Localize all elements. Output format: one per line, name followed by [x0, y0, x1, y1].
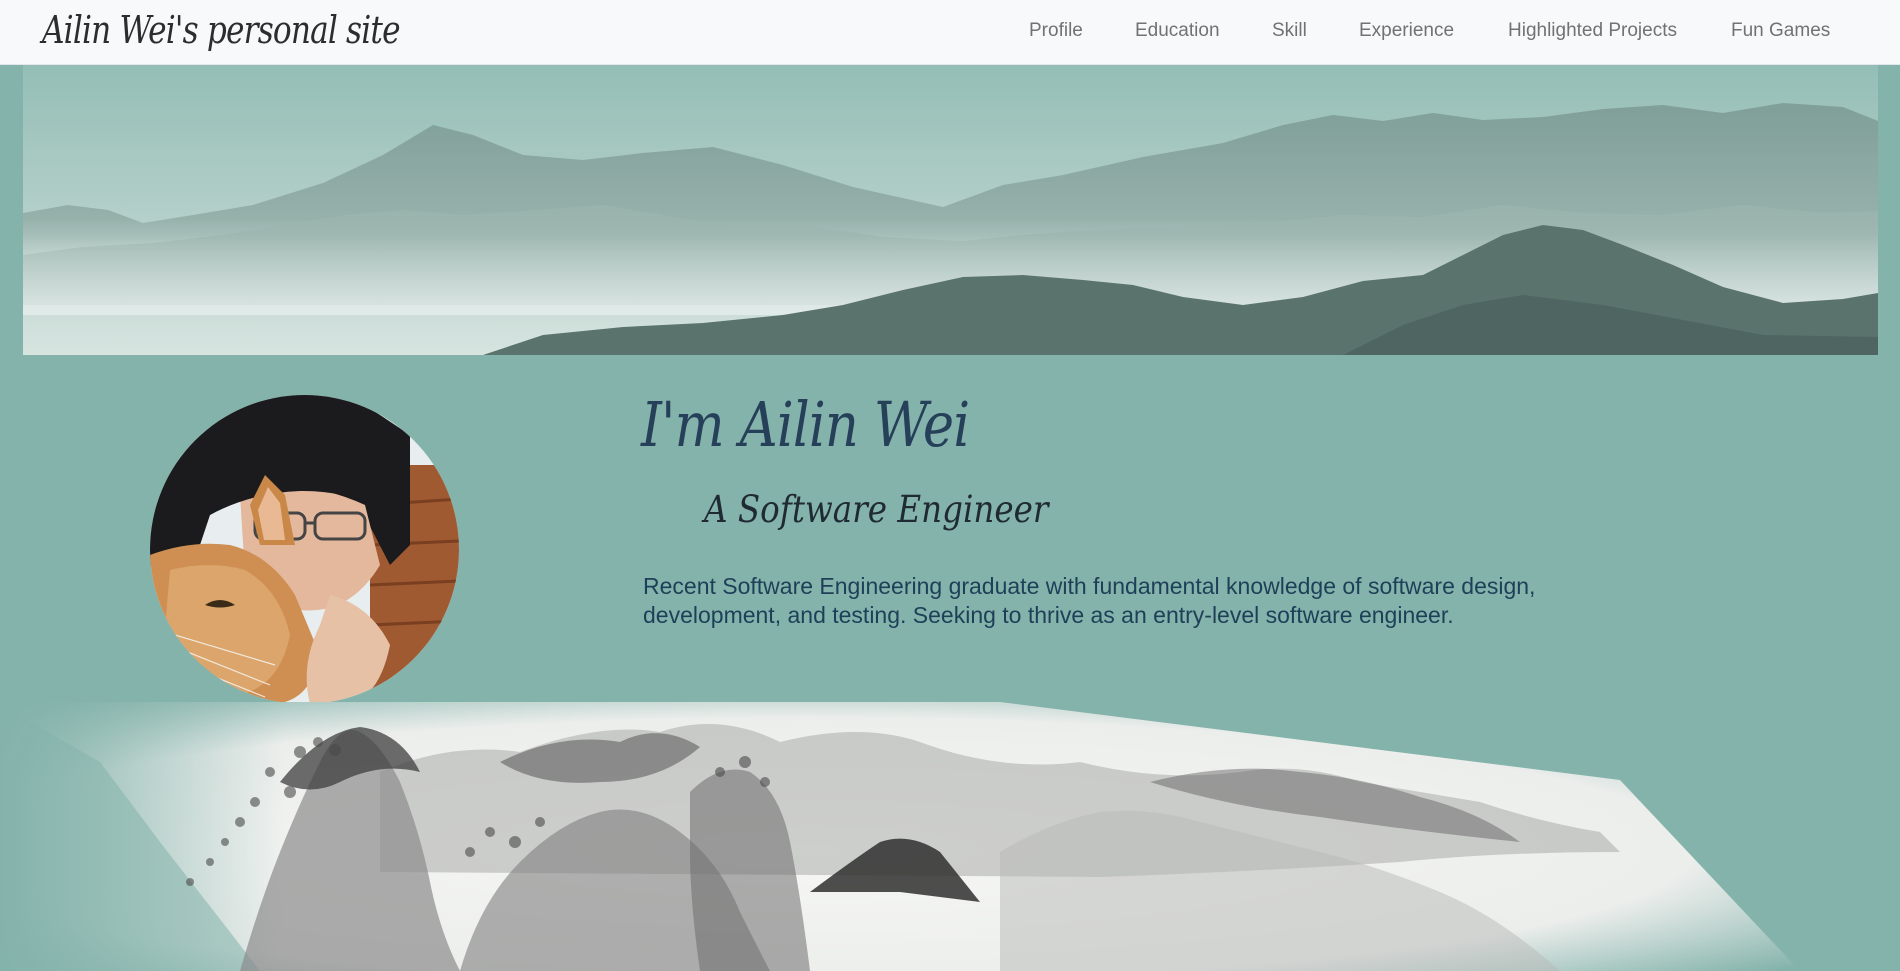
profile-photo: [150, 395, 459, 704]
hero-heading: I'm Ailin Wei: [641, 388, 970, 461]
nav-link-profile[interactable]: Profile: [1029, 20, 1083, 42]
hero-subheading: A Software Engineer: [704, 488, 1049, 531]
nav-link-fun-games[interactable]: Fun Games: [1731, 20, 1830, 42]
profile-summary: Recent Software Engineering graduate wit…: [643, 573, 1536, 628]
ink-wash-mountains-image: [0, 702, 1900, 971]
misty-mountains-image: [23, 65, 1878, 355]
nav-link-highlighted-projects[interactable]: Highlighted Projects: [1508, 20, 1677, 42]
ink-painting-image: [0, 702, 1900, 971]
banner-image: [23, 65, 1878, 355]
portrait-with-cat-image: [150, 395, 459, 704]
nav-links: Profile Education Skill Experience Highl…: [0, 0, 1900, 62]
nav-link-experience[interactable]: Experience: [1359, 20, 1454, 42]
nav-link-education[interactable]: Education: [1135, 20, 1220, 42]
top-navbar: Ailin Wei's personal site Profile Educat…: [0, 0, 1900, 65]
nav-link-skill[interactable]: Skill: [1272, 20, 1307, 42]
